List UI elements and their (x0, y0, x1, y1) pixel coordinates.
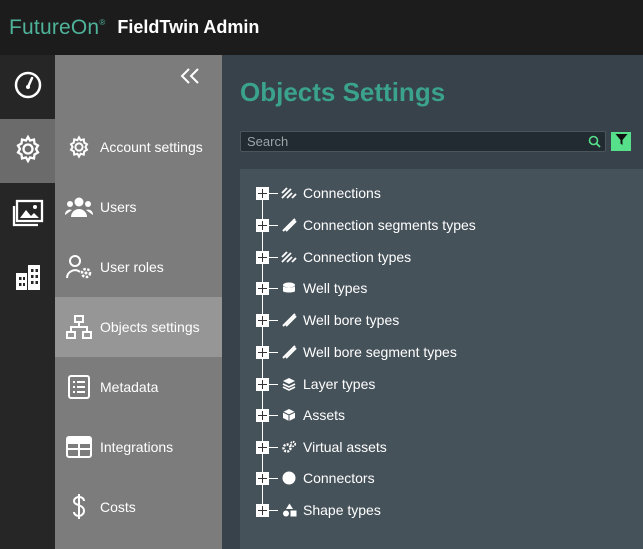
gallery-icon (12, 199, 44, 232)
circle-icon (281, 470, 297, 486)
expand-icon[interactable] (256, 313, 269, 327)
submenu-item-integrations[interactable]: Integrations (55, 417, 222, 477)
expand-icon[interactable] (256, 471, 269, 485)
filter-button[interactable] (611, 132, 631, 151)
tree-node-label: Virtual assets (303, 439, 387, 455)
submenu-item-label: User roles (100, 259, 164, 275)
tree-node-label: Connectors (303, 470, 375, 486)
rail-item-dashboard[interactable] (0, 55, 55, 119)
submenu-item-label: Account settings (100, 139, 203, 155)
tree-node-label: Shape types (303, 502, 381, 518)
tree-node-shape-types[interactable]: Shape types (256, 499, 381, 521)
expand-icon[interactable] (256, 345, 269, 359)
app-title: FieldTwin Admin (117, 17, 260, 37)
double-chevron-left-icon[interactable] (180, 67, 200, 90)
tree-node-label: Assets (303, 407, 346, 423)
objects-tree: Connections Connection segments types Co… (240, 169, 643, 549)
user-cog-icon (65, 253, 93, 281)
cube-icon (281, 407, 297, 423)
icon-rail (0, 55, 55, 549)
settings-submenu: Account settings Users User roles Object… (55, 55, 222, 549)
layers-icon (281, 376, 297, 392)
submenu-item-label: Integrations (100, 439, 174, 455)
submenu-item-users[interactable]: Users (55, 177, 222, 237)
tree-node-label: Connection segments types (303, 217, 476, 233)
expand-icon[interactable] (256, 186, 269, 200)
tree-node-well-bore-segment-types[interactable]: Well bore segment types (256, 341, 457, 363)
submenu-item-label: Objects settings (100, 319, 200, 335)
tree-node-connections[interactable]: Connections (256, 182, 381, 204)
rail-item-organizations[interactable] (0, 247, 55, 311)
expand-icon[interactable] (256, 218, 269, 232)
gear-icon (13, 134, 43, 169)
brand-logo[interactable]: FutureOn® (9, 16, 105, 40)
expand-icon[interactable] (256, 440, 269, 454)
tree-node-layer-types[interactable]: Layer types (256, 373, 375, 395)
submenu-item-costs[interactable]: Costs (55, 477, 222, 537)
tree-node-well-bore-types[interactable]: Well bore types (256, 309, 399, 331)
building-icon (13, 262, 43, 297)
expand-icon[interactable] (256, 503, 269, 517)
list-icon (65, 373, 93, 401)
expand-icon[interactable] (256, 250, 269, 264)
main-content: Objects Settings Connections Connection … (222, 55, 643, 549)
tree-node-connection-segments-types[interactable]: Connection segments types (256, 214, 476, 236)
segment-icon (281, 312, 297, 328)
dashboard-icon (13, 70, 43, 105)
submenu-item-metadata[interactable]: Metadata (55, 357, 222, 417)
database-icon (281, 280, 297, 296)
tree-node-label: Connection types (303, 249, 412, 265)
rail-item-settings[interactable] (0, 119, 55, 183)
users-icon (65, 193, 93, 221)
search-box (240, 131, 606, 152)
tree-node-label: Well bore types (303, 312, 400, 328)
tree-node-label: Well types (303, 280, 368, 296)
hierarchy-icon (65, 313, 93, 341)
connections-icon (281, 185, 297, 201)
tree-node-assets[interactable]: Assets (256, 404, 345, 426)
gear-icon (65, 133, 93, 161)
tree-node-connectors[interactable]: Connectors (256, 467, 375, 489)
submenu-item-label: Metadata (100, 379, 159, 395)
connections-icon (281, 249, 297, 265)
tree-node-well-types[interactable]: Well types (256, 277, 367, 299)
tree-node-label: Connections (303, 185, 381, 201)
submenu-item-user-roles[interactable]: User roles (55, 237, 222, 297)
search-icon[interactable] (588, 135, 601, 153)
cogs-icon (281, 439, 297, 455)
tree-node-label: Layer types (303, 376, 376, 392)
filter-icon (615, 133, 628, 151)
submenu-item-objects-settings[interactable]: Objects settings (55, 297, 222, 357)
tree-node-virtual-assets[interactable]: Virtual assets (256, 436, 387, 458)
search-input[interactable] (241, 132, 605, 151)
dollar-icon (65, 493, 93, 521)
rail-item-gallery[interactable] (0, 183, 55, 247)
submenu-item-label: Users (100, 199, 137, 215)
tree-node-connection-types[interactable]: Connection types (256, 246, 411, 268)
tree-node-label: Well bore segment types (303, 344, 457, 360)
segment-icon (281, 344, 297, 360)
page-title: Objects Settings (240, 77, 446, 107)
expand-icon[interactable] (256, 408, 269, 422)
expand-icon[interactable] (256, 377, 269, 391)
shapes-icon (281, 502, 297, 518)
top-bar: FutureOn® FieldTwin Admin (0, 0, 643, 55)
expand-icon[interactable] (256, 281, 269, 295)
table-icon (65, 433, 93, 461)
submenu-item-account-settings[interactable]: Account settings (55, 117, 222, 177)
segment-icon (281, 217, 297, 233)
submenu-item-label: Costs (100, 499, 136, 515)
